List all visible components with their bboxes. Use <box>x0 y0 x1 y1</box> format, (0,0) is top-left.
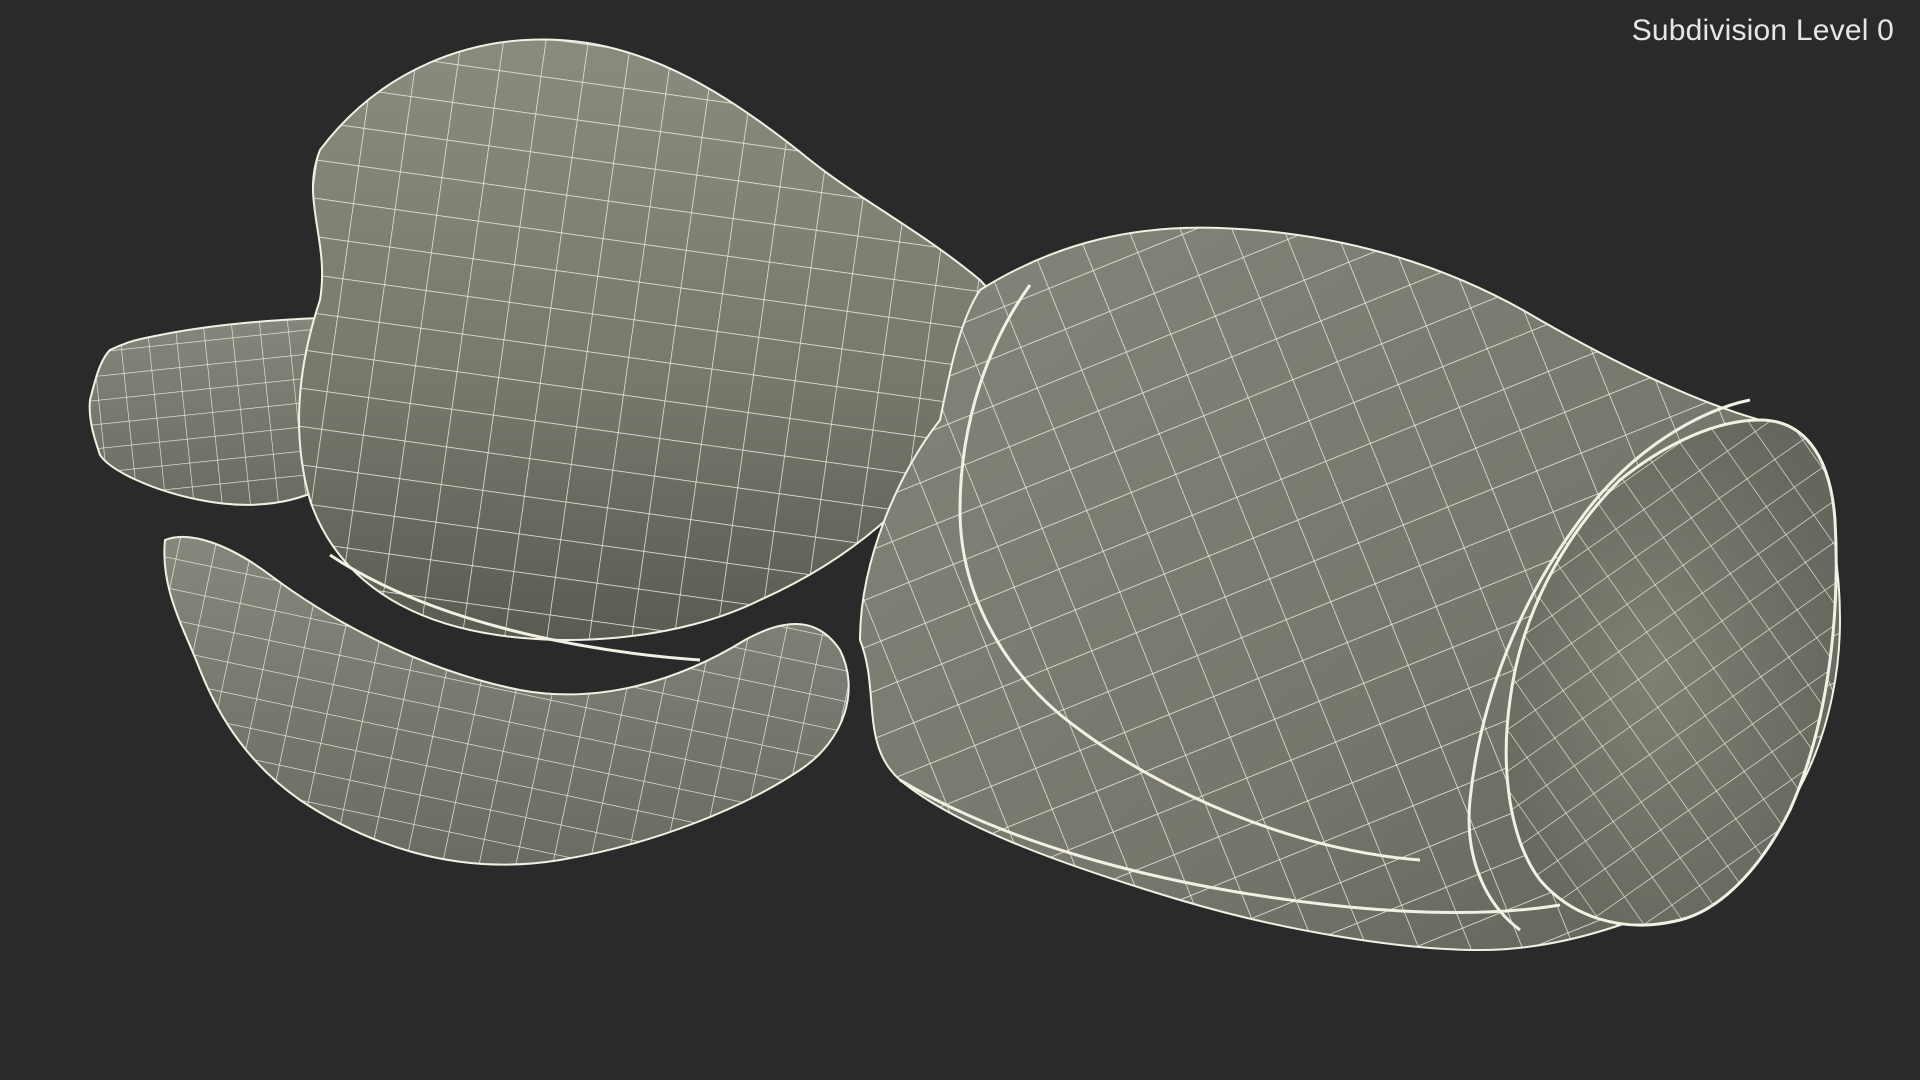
subdivision-level-label: Subdivision Level 0 <box>1631 14 1894 47</box>
wireframe-model <box>88 38 1842 952</box>
3d-viewport[interactable]: Subdivision Level 0 <box>0 0 1920 1080</box>
